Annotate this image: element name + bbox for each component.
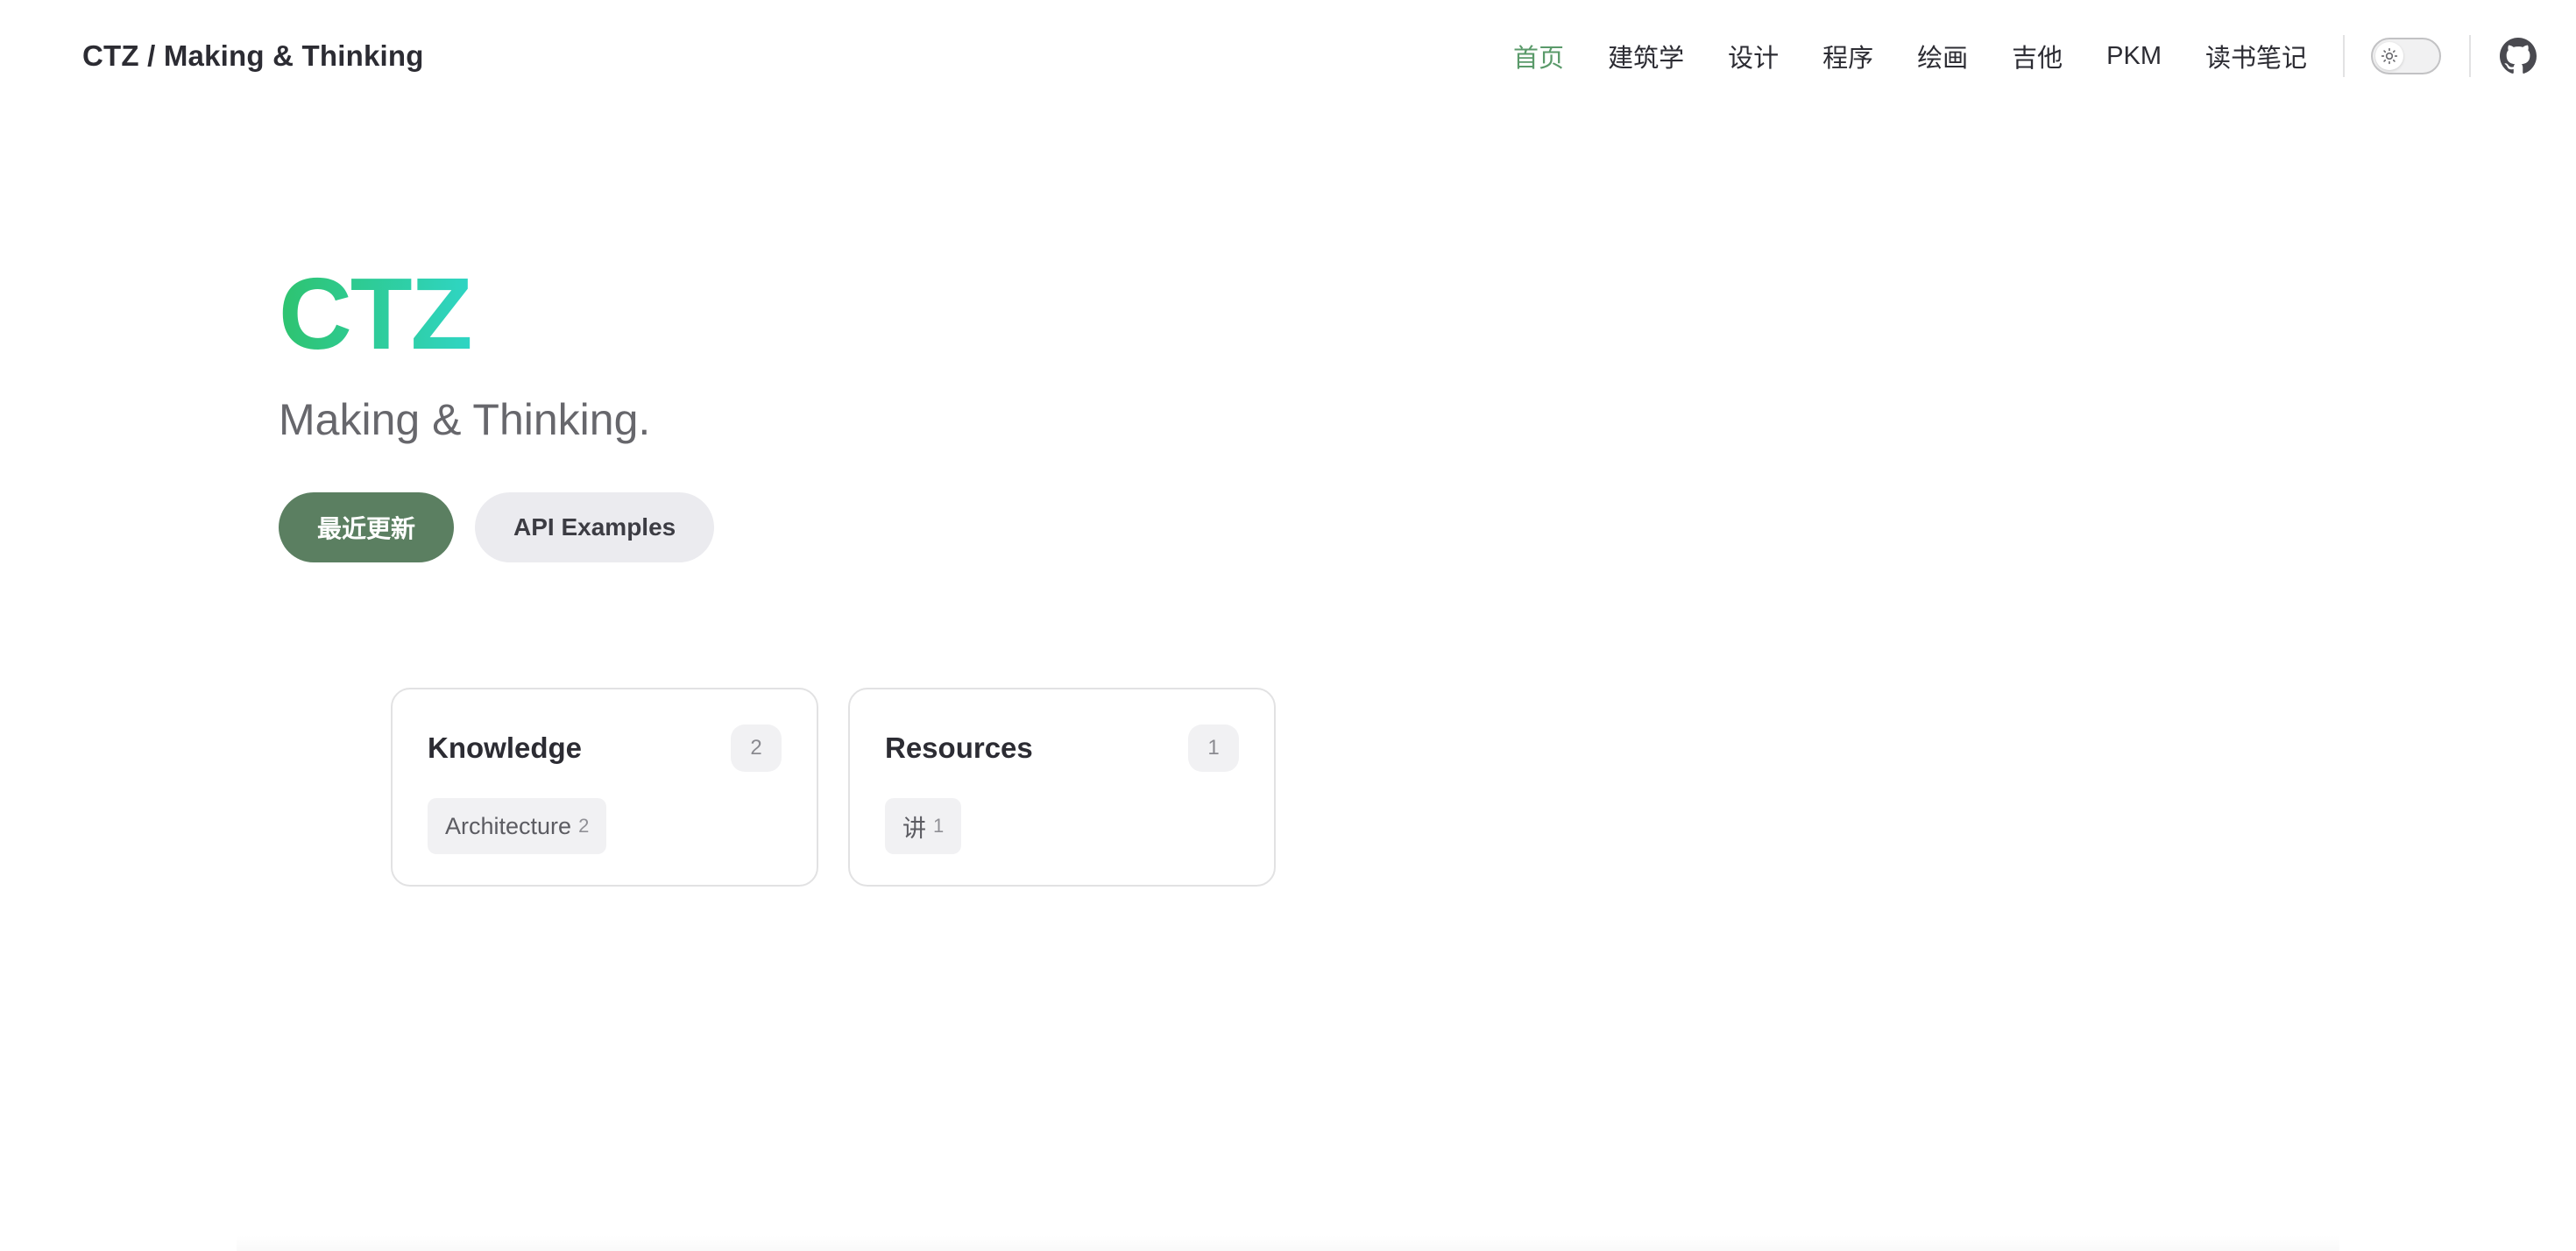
site-title[interactable]: CTZ / Making & Thinking <box>82 39 424 73</box>
card-knowledge: Knowledge 2 Architecture 2 <box>391 688 818 887</box>
card-header: Knowledge 2 <box>428 724 782 772</box>
page-bottom-shadow <box>237 1235 2339 1251</box>
card-count-badge: 1 <box>1188 724 1239 772</box>
nav-divider <box>2469 35 2471 77</box>
card-title: Resources <box>885 732 1033 764</box>
card-count-badge: 2 <box>731 724 782 772</box>
nav-links: 首页 建筑学 设计 程序 绘画 吉他 PKM 读书笔记 <box>1491 38 2329 74</box>
tag-count: 1 <box>933 815 945 837</box>
nav-link-pkm[interactable]: PKM <box>2084 42 2183 71</box>
hero-tagline: Making & Thinking. <box>279 395 651 444</box>
sun-icon <box>2375 42 2403 70</box>
card-resources: Resources 1 讲 1 <box>848 688 1276 887</box>
hero: CTZ Making & Thinking. 最近更新 API Examples <box>279 245 715 562</box>
tag-lecture[interactable]: 讲 1 <box>885 798 962 854</box>
nav-link-architecture[interactable]: 建筑学 <box>1586 38 1706 74</box>
recent-updates-button[interactable]: 最近更新 <box>279 492 455 562</box>
tag-label: Architecture <box>445 812 572 839</box>
api-examples-button[interactable]: API Examples <box>475 492 715 562</box>
card-header: Resources 1 <box>885 724 1239 772</box>
top-nav: CTZ / Making & Thinking 首页 建筑学 设计 程序 绘画 … <box>0 0 2576 112</box>
card-tags: Architecture 2 <box>428 798 782 854</box>
nav-link-programming[interactable]: 程序 <box>1801 38 1895 74</box>
hero-actions: 最近更新 API Examples <box>279 492 715 562</box>
category-cards: Knowledge 2 Architecture 2 Resources 1 讲… <box>391 688 1276 887</box>
tag-architecture[interactable]: Architecture 2 <box>428 798 607 854</box>
nav-link-painting[interactable]: 绘画 <box>1895 38 1990 74</box>
hero-name: CTZ <box>279 245 472 371</box>
nav-link-home[interactable]: 首页 <box>1491 38 1586 74</box>
tag-count: 2 <box>578 815 590 837</box>
tag-label: 讲 <box>902 815 926 842</box>
card-tags: 讲 1 <box>885 798 1239 854</box>
theme-toggle[interactable] <box>2371 38 2441 74</box>
nav-link-guitar[interactable]: 吉他 <box>1990 38 2084 74</box>
github-icon[interactable] <box>2499 37 2537 75</box>
card-title: Knowledge <box>428 732 583 764</box>
nav-link-design[interactable]: 设计 <box>1706 38 1801 74</box>
nav-divider <box>2343 35 2345 77</box>
nav-link-reading-notes[interactable]: 读书笔记 <box>2183 38 2329 74</box>
